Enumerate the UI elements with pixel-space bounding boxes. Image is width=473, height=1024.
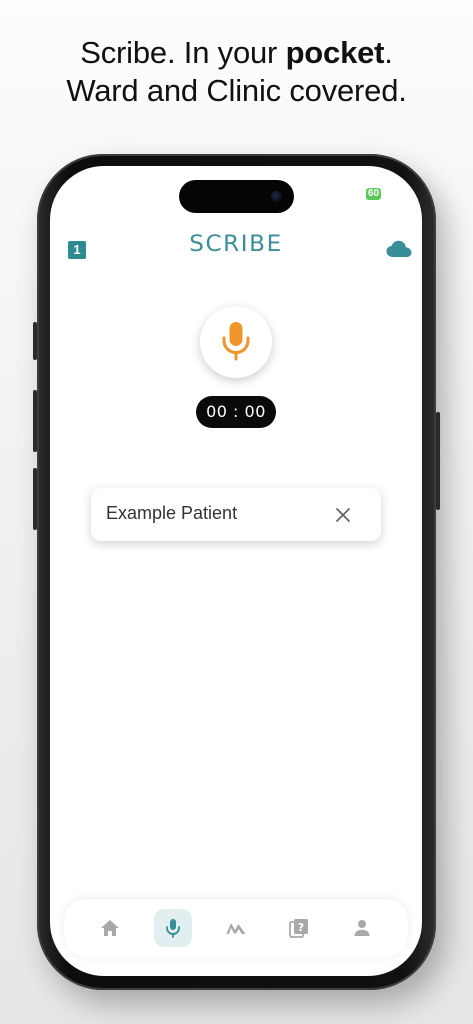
nav-home[interactable] <box>91 909 129 947</box>
battery-indicator: 60 <box>366 188 381 200</box>
headline-suffix: . <box>384 35 393 70</box>
close-icon[interactable] <box>333 505 353 525</box>
mountain-icon <box>226 923 246 934</box>
headline-bold-word: pocket <box>285 35 385 70</box>
nav-profile[interactable] <box>343 909 381 947</box>
patient-name: Example Patient <box>106 503 238 523</box>
microphone-icon <box>166 919 180 938</box>
headline-prefix: Scribe. In your <box>80 35 286 70</box>
recording-timer: 00 : 00 <box>196 396 276 428</box>
headline-line-1: Scribe. In your pocket. <box>0 34 473 72</box>
marketing-headline: Scribe. In your pocket. Ward and Clinic … <box>0 34 473 110</box>
phone-volume-down-button <box>33 468 37 530</box>
nav-insights[interactable] <box>217 909 255 947</box>
person-icon <box>354 920 370 936</box>
app-screen: 60 1 SCRIBE 00 : 00 Example Patient ? <box>50 166 422 976</box>
dynamic-island <box>179 180 294 213</box>
phone-power-button <box>436 412 440 510</box>
cloud-icon[interactable] <box>386 240 412 258</box>
home-icon <box>101 920 119 936</box>
record-button[interactable] <box>200 306 272 378</box>
nav-help[interactable]: ? <box>280 909 318 947</box>
help-book-icon: ? <box>289 919 308 938</box>
bottom-navigation: ? <box>64 899 408 957</box>
svg-text:?: ? <box>298 921 304 934</box>
patient-card[interactable]: Example Patient <box>91 488 381 541</box>
headline-line-2: Ward and Clinic covered. <box>66 73 407 108</box>
phone-action-button <box>33 322 37 360</box>
phone-volume-up-button <box>33 390 37 452</box>
microphone-icon <box>222 322 250 361</box>
camera-lens <box>271 191 282 202</box>
app-logo: SCRIBE <box>189 232 283 257</box>
nav-record[interactable] <box>154 909 192 947</box>
